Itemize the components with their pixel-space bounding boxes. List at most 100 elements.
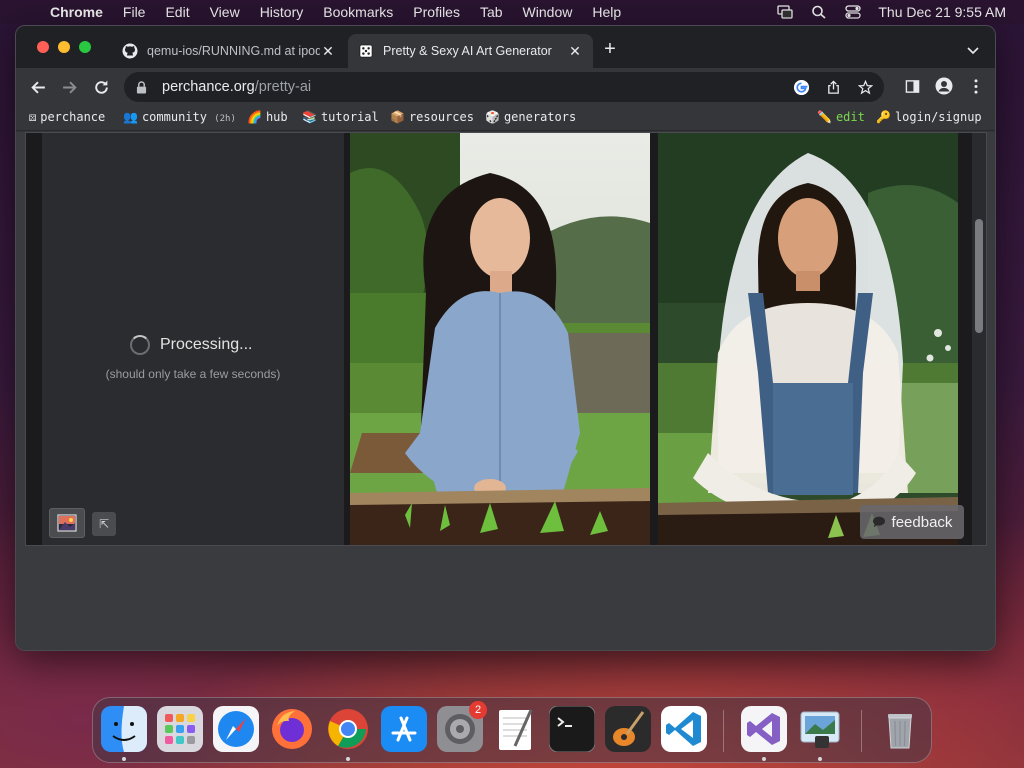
nav-link-generators[interactable]: 🎲 generators: [485, 110, 576, 124]
tab-github[interactable]: qemu-ios/RUNNING.md at ipod ✕: [112, 34, 346, 68]
menu-edit[interactable]: Edit: [155, 4, 199, 20]
back-arrow-icon[interactable]: [28, 77, 48, 97]
nav-link-edit[interactable]: ✏️ edit: [817, 110, 865, 124]
generated-image-1[interactable]: [350, 133, 650, 545]
processing-status: Processing...: [130, 335, 252, 355]
url-path: /pretty-ai: [254, 79, 312, 95]
dock-visual-studio[interactable]: [741, 706, 787, 752]
nav-link-tutorial[interactable]: 📚 tutorial: [302, 110, 379, 124]
page-scrollbar[interactable]: [972, 133, 986, 545]
close-tab-icon[interactable]: ✕: [567, 43, 583, 60]
trash-icon: [888, 714, 912, 749]
nav-link-label: community: [141, 110, 207, 124]
address-bar[interactable]: perchance.org/pretty-ai: [124, 72, 884, 102]
dock-separator: [723, 710, 724, 752]
dock-firefox[interactable]: [269, 706, 315, 752]
visual-studio-icon: [741, 706, 787, 752]
expand-button[interactable]: ⇱: [92, 512, 116, 536]
dock-terminal[interactable]: [549, 706, 595, 752]
side-panel-icon[interactable]: [903, 77, 921, 95]
macos-dock: 2: [92, 697, 932, 763]
nav-link-resources[interactable]: 📦 resources: [390, 110, 474, 124]
menu-bookmarks[interactable]: Bookmarks: [313, 4, 403, 20]
nav-link-login-signup[interactable]: 🔑 login/signup: [876, 110, 982, 124]
speech-bubble-icon: [872, 516, 885, 528]
books-icon: 📚: [302, 110, 317, 124]
dock-separator: [861, 710, 862, 752]
url-host: perchance.org: [162, 79, 255, 95]
nav-link-perchance[interactable]: ⚄ perchance: [29, 110, 105, 124]
generated-image-1-graphic: [350, 133, 650, 545]
forward-arrow-icon[interactable]: [59, 77, 79, 97]
menu-file[interactable]: File: [113, 4, 156, 20]
app-store-icon: [381, 706, 427, 752]
dock-launchpad[interactable]: [157, 706, 203, 752]
reload-icon[interactable]: [91, 77, 111, 97]
google-lens-icon[interactable]: [792, 78, 810, 96]
menu-tab[interactable]: Tab: [470, 4, 513, 20]
menu-app-name[interactable]: Chrome: [40, 4, 113, 20]
dice-icon: ⚄: [29, 110, 37, 124]
menu-help[interactable]: Help: [582, 4, 631, 20]
dock-finder[interactable]: [101, 706, 147, 752]
finder-icon: [101, 706, 147, 752]
tab-search-chevron-icon[interactable]: [967, 42, 979, 60]
picture-icon: [57, 514, 77, 532]
nav-link-hub[interactable]: 🌈 hub: [247, 110, 288, 124]
nav-link-label: hub: [265, 110, 288, 124]
package-icon: 📦: [390, 110, 405, 124]
feedback-button[interactable]: feedback: [860, 505, 964, 539]
close-window-button[interactable]: [37, 41, 49, 53]
dock-preview[interactable]: [797, 706, 843, 752]
dock-safari[interactable]: [213, 706, 259, 752]
processing-label: Processing...: [160, 336, 253, 353]
nav-link-label: login/signup: [894, 110, 982, 124]
minimize-window-button[interactable]: [58, 41, 70, 53]
spotlight-search-icon[interactable]: [810, 5, 828, 19]
new-tab-button[interactable]: +: [600, 39, 620, 59]
nav-link-label: tutorial: [320, 110, 379, 124]
profile-avatar-icon[interactable]: [935, 77, 953, 95]
preview-icon: [800, 711, 840, 748]
dock-textedit[interactable]: [493, 706, 539, 752]
notification-badge: 2: [469, 701, 487, 719]
share-icon[interactable]: [824, 78, 842, 96]
page-content: Processing... (should only take a few se…: [16, 132, 995, 650]
pencil-icon: ✏️: [817, 110, 832, 124]
running-indicator: [122, 757, 126, 761]
dock-garageband[interactable]: [605, 706, 651, 752]
tab-title: Pretty & Sexy AI Art Generator: [383, 44, 552, 58]
macos-menu-bar: Chrome File Edit View History Bookmarks …: [0, 0, 1024, 24]
generated-image-2[interactable]: [658, 133, 958, 545]
dock-chrome[interactable]: [325, 706, 371, 752]
scrollbar-thumb[interactable]: [975, 219, 983, 333]
menu-profiles[interactable]: Profiles: [403, 4, 470, 20]
dock-trash[interactable]: [877, 706, 923, 752]
nav-link-label: generators: [503, 110, 577, 124]
screen-mirroring-icon[interactable]: [776, 5, 794, 19]
chrome-menu-kebab-icon[interactable]: [967, 77, 985, 95]
loading-spinner-icon: [130, 335, 150, 355]
zoom-window-button[interactable]: [79, 41, 91, 53]
window-controls: [37, 41, 91, 53]
tab-strip: qemu-ios/RUNNING.md at ipod ✕ Pretty & S…: [16, 26, 995, 68]
close-tab-icon[interactable]: ✕: [320, 43, 336, 60]
chrome-icon: [328, 709, 368, 749]
dock-vscode[interactable]: [661, 706, 707, 752]
tab-perchance-active[interactable]: Pretty & Sexy AI Art Generator ✕: [348, 34, 593, 68]
control-center-icon[interactable]: [844, 5, 862, 19]
nav-link-label: resources: [408, 110, 474, 124]
feedback-label: feedback: [891, 513, 953, 531]
dock-app-store[interactable]: [381, 706, 427, 752]
safari-icon: [213, 706, 259, 752]
nav-link-label: edit: [835, 110, 865, 124]
menu-view[interactable]: View: [200, 4, 250, 20]
bookmark-star-icon[interactable]: [856, 78, 874, 96]
lock-icon[interactable]: [136, 80, 150, 94]
menubar-clock[interactable]: Thu Dec 21 9:55 AM: [878, 4, 1006, 20]
menu-history[interactable]: History: [250, 4, 314, 20]
guitar-icon: [605, 706, 651, 752]
nav-link-community[interactable]: 👥 community (2h): [123, 110, 236, 124]
gallery-button[interactable]: [49, 508, 85, 538]
menu-window[interactable]: Window: [513, 4, 583, 20]
